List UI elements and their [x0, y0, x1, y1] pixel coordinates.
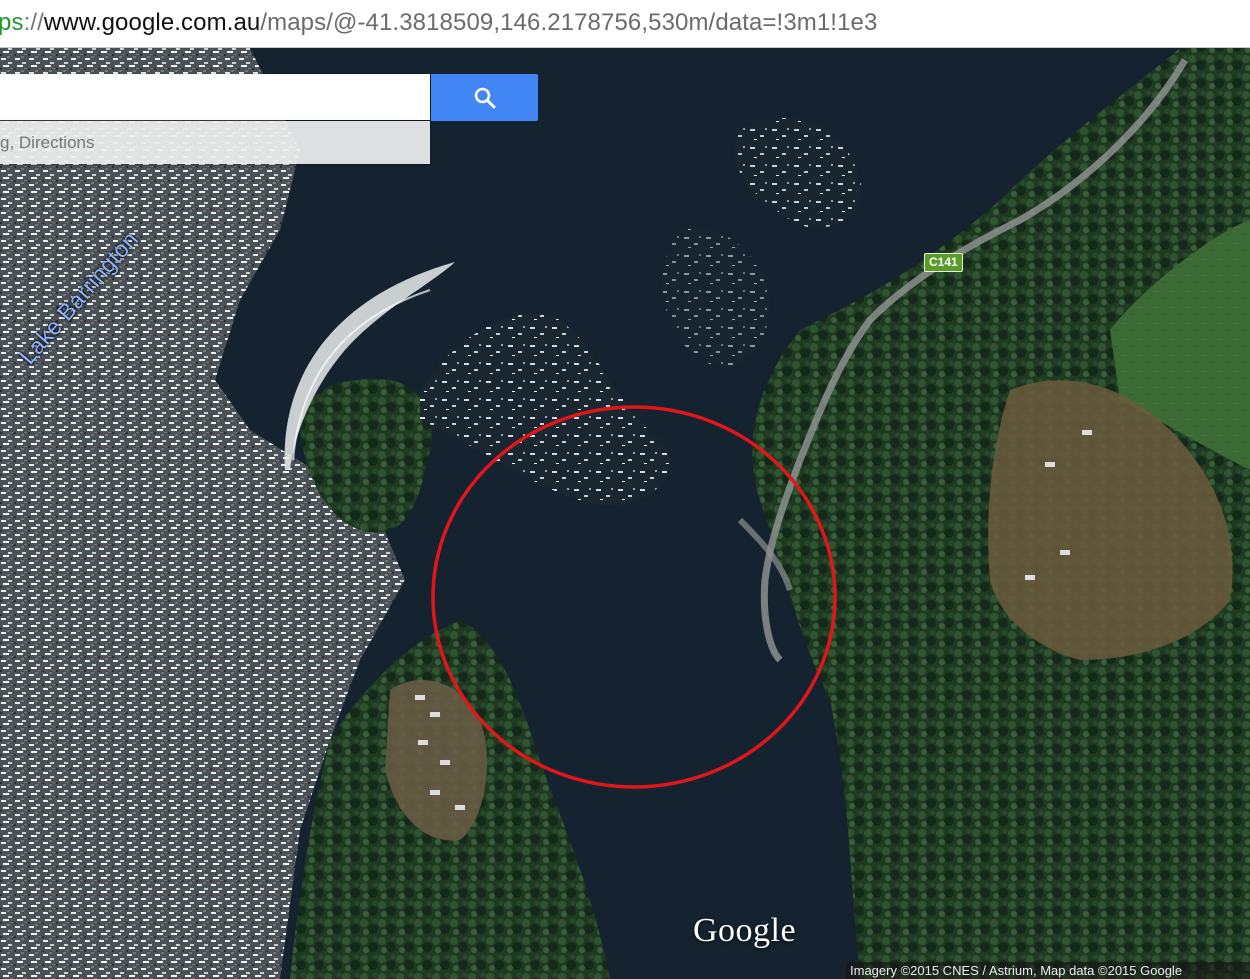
search-input[interactable]: [0, 74, 430, 120]
map-attribution: Imagery ©2015 CNES / Astrium, Map data ©…: [846, 962, 1250, 979]
lake-label-anchor: Lake Barrington: [14, 226, 143, 369]
url-scheme: ps: [0, 9, 24, 36]
satellite-imagery: [0, 48, 1250, 979]
search-button[interactable]: [431, 74, 538, 121]
road-shield-c141: C141: [924, 253, 963, 272]
google-logo: Google: [693, 912, 797, 949]
url-host: www.google.com.au: [43, 9, 261, 36]
search-suggestion-hint[interactable]: g, Directions: [0, 121, 430, 164]
address-bar[interactable]: ps://www.google.com.au/maps/@-41.3818509…: [0, 0, 1250, 48]
url-text[interactable]: ps://www.google.com.au/maps/@-41.3818509…: [0, 9, 877, 37]
url-separator: ://: [23, 9, 44, 36]
satellite-map[interactable]: [0, 48, 1250, 979]
url-path: /maps/@-41.3818509,146.2178756,530m/data…: [260, 9, 878, 36]
hint-text: g, Directions: [0, 133, 95, 152]
search-icon: [474, 87, 496, 109]
